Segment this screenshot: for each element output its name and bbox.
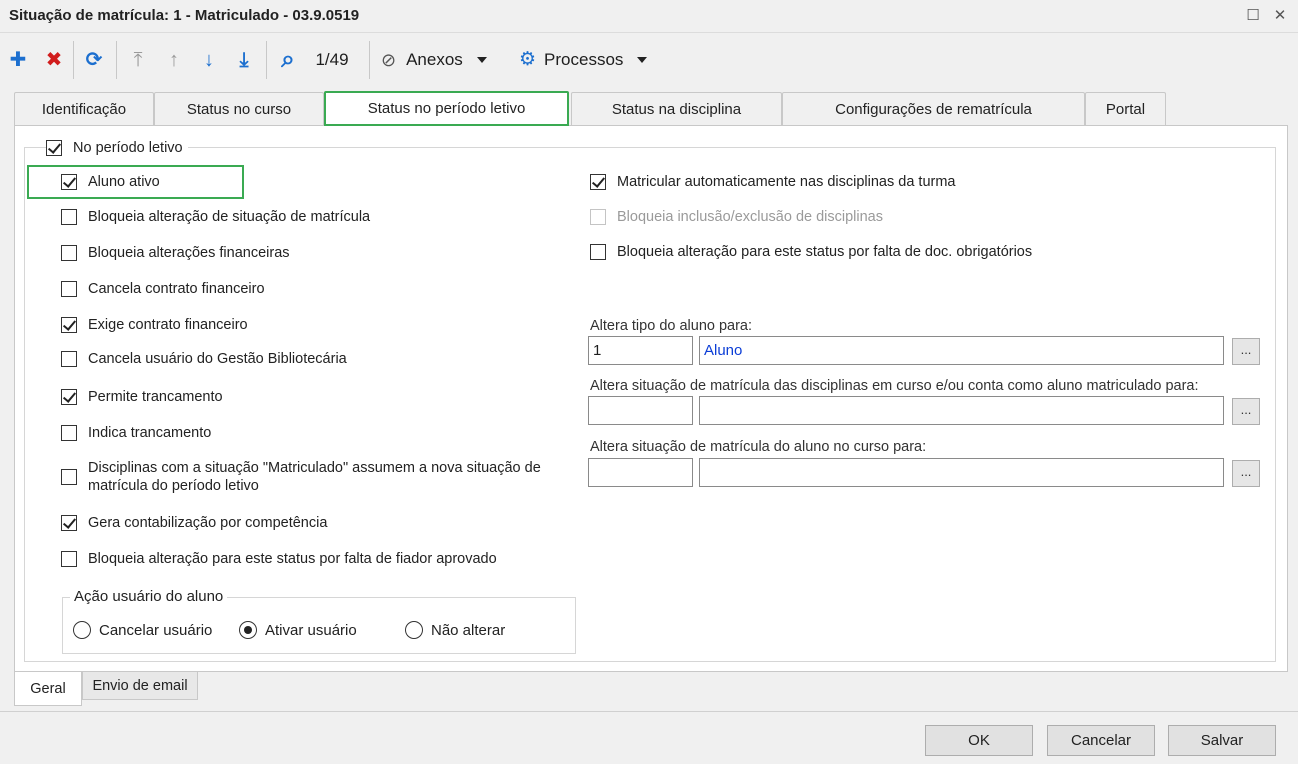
gear-icon: ⚙ bbox=[519, 49, 537, 70]
paperclip-icon: ⊘ bbox=[381, 50, 397, 70]
bloqueia-alteracoes-financeiras-checkbox[interactable]: Bloqueia alterações financeiras bbox=[61, 244, 290, 262]
close-icon[interactable]: ✕ bbox=[1270, 6, 1290, 26]
cancela-usuario-biblioteca-checkbox[interactable]: Cancela usuário do Gestão Bibliotecária bbox=[61, 350, 347, 368]
radio-ativar-usuario[interactable]: Ativar usuário bbox=[239, 621, 357, 639]
plus-icon: ✚ bbox=[9, 49, 27, 71]
altera-situacao-disciplinas-label: Altera situação de matrícula das discipl… bbox=[590, 378, 1199, 394]
curso-lookup-button[interactable]: ... bbox=[1232, 460, 1260, 487]
last-record-icon: ⤓ bbox=[239, 49, 249, 71]
exige-contrato-financeiro-checkbox[interactable]: Exige contrato financeiro bbox=[61, 316, 248, 334]
tab-portal[interactable]: Portal bbox=[1085, 92, 1166, 125]
refresh-button[interactable]: ⟳ bbox=[82, 46, 106, 74]
attachments-label: Anexos bbox=[406, 50, 463, 69]
arrow-up-icon: ↑ bbox=[169, 49, 179, 71]
disciplinas-matriculado-checkbox[interactable]: Disciplinas com a situação "Matriculado"… bbox=[61, 459, 576, 495]
cancela-contrato-financeiro-checkbox[interactable]: Cancela contrato financeiro bbox=[61, 280, 265, 298]
tab-configuracoes-de-rematricula[interactable]: Configurações de rematrícula bbox=[782, 92, 1085, 125]
last-record-button[interactable]: ⤓ bbox=[232, 46, 256, 74]
previous-record-button[interactable]: ↑ bbox=[162, 46, 186, 74]
refresh-icon: ⟳ bbox=[85, 49, 103, 71]
bloqueia-falta-fiador-checkbox[interactable]: Bloqueia alteração para este status por … bbox=[61, 550, 497, 568]
record-counter: 1/49 bbox=[315, 50, 349, 69]
no-periodo-letivo-checkbox[interactable]: No período letivo bbox=[46, 139, 188, 157]
arrow-down-icon: ↓ bbox=[204, 49, 214, 71]
tab-geral[interactable]: Geral bbox=[14, 672, 82, 706]
toolbar-separator bbox=[369, 41, 370, 79]
attachments-menu-button[interactable]: ⊘ Anexos bbox=[381, 46, 507, 74]
tab-status-na-disciplina[interactable]: Status na disciplina bbox=[571, 92, 782, 125]
toolbar: ✚ ✖ ⟳ ⤒ ↑ ↓ ⤓ ⌕ 1/49 ⊘ Anexos ⚙ Processo… bbox=[0, 33, 1298, 87]
curso-code-input[interactable] bbox=[588, 458, 693, 487]
altera-tipo-label: Altera tipo do aluno para: bbox=[590, 318, 753, 334]
save-button[interactable]: Salvar bbox=[1168, 725, 1276, 756]
tipo-code-input[interactable]: 1 bbox=[588, 336, 693, 365]
radio-cancelar-usuario[interactable]: Cancelar usuário bbox=[73, 621, 212, 639]
disciplinas-code-input[interactable] bbox=[588, 396, 693, 425]
permite-trancamento-checkbox[interactable]: Permite trancamento bbox=[61, 388, 223, 406]
matricular-automaticamente-checkbox[interactable]: Matricular automaticamente nas disciplin… bbox=[590, 173, 955, 191]
tab-identificacao[interactable]: Identificação bbox=[14, 92, 154, 125]
gera-contabilizacao-checkbox[interactable]: Gera contabilização por competência bbox=[61, 514, 327, 532]
aluno-ativo-checkbox[interactable]: Aluno ativo bbox=[61, 173, 160, 191]
tipo-lookup-button[interactable]: ... bbox=[1232, 338, 1260, 365]
bloqueia-inclusao-exclusao-checkbox: Bloqueia inclusão/exclusão de disciplina… bbox=[590, 208, 883, 226]
processes-menu-button[interactable]: ⚙ Processos bbox=[519, 46, 665, 74]
chevron-down-icon bbox=[637, 57, 648, 63]
radio-nao-alterar[interactable]: Não alterar bbox=[405, 621, 505, 639]
window-title: Situação de matrícula: 1 - Matriculado -… bbox=[9, 7, 360, 24]
cancel-button[interactable]: Cancelar bbox=[1047, 725, 1155, 756]
tipo-desc-input[interactable]: Aluno bbox=[699, 336, 1224, 365]
processes-label: Processos bbox=[544, 50, 624, 69]
search-icon: ⌕ bbox=[281, 46, 295, 73]
curso-desc-input[interactable] bbox=[699, 458, 1224, 487]
tab-status-no-curso[interactable]: Status no curso bbox=[154, 92, 324, 125]
disciplinas-lookup-button[interactable]: ... bbox=[1232, 398, 1260, 425]
footer-divider bbox=[0, 711, 1298, 712]
delete-x-icon: ✖ bbox=[45, 49, 63, 71]
toolbar-separator bbox=[73, 41, 74, 79]
chevron-down-icon bbox=[476, 57, 487, 63]
first-record-button[interactable]: ⤒ bbox=[126, 46, 150, 74]
search-button[interactable]: ⌕ bbox=[274, 46, 302, 74]
bloqueia-alteracao-situacao-checkbox[interactable]: Bloqueia alteração de situação de matríc… bbox=[61, 208, 370, 226]
toolbar-separator bbox=[266, 41, 267, 79]
maximize-icon[interactable]: ☐ bbox=[1243, 6, 1263, 26]
add-button[interactable]: ✚ bbox=[6, 46, 30, 74]
tab-status-no-periodo-letivo[interactable]: Status no período letivo bbox=[324, 91, 569, 126]
first-record-icon: ⤒ bbox=[133, 49, 143, 71]
tab-envio-de-email[interactable]: Envio de email bbox=[82, 672, 198, 700]
disciplinas-desc-input[interactable] bbox=[699, 396, 1224, 425]
bloqueia-falta-doc-checkbox[interactable]: Bloqueia alteração para este status por … bbox=[590, 243, 1032, 261]
checkbox-box[interactable] bbox=[46, 140, 62, 156]
next-record-button[interactable]: ↓ bbox=[197, 46, 221, 74]
ok-button[interactable]: OK bbox=[925, 725, 1033, 756]
altera-situacao-curso-label: Altera situação de matrícula do aluno no… bbox=[590, 439, 927, 455]
acao-usuario-title: Ação usuário do aluno bbox=[70, 588, 228, 605]
indica-trancamento-checkbox[interactable]: Indica trancamento bbox=[61, 424, 211, 442]
toolbar-separator bbox=[116, 41, 117, 79]
delete-button[interactable]: ✖ bbox=[42, 46, 66, 74]
